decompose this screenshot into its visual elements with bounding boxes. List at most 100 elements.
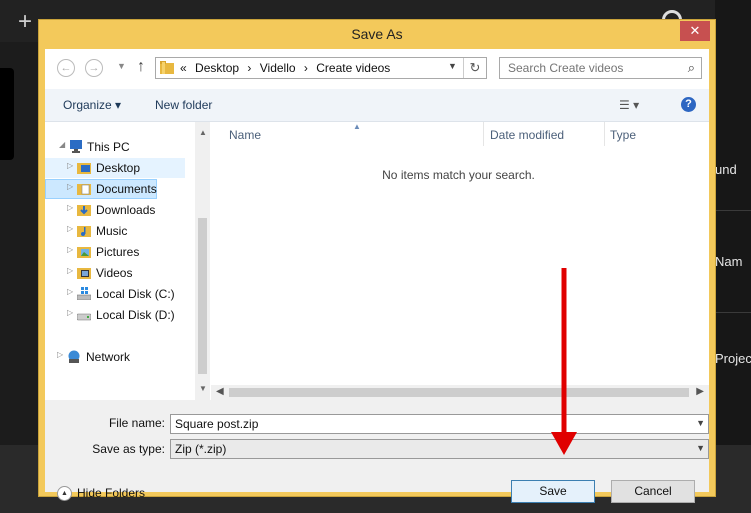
file-list: ▲ Name Date modified Type No items match… — [211, 122, 709, 385]
chevron-right-icon[interactable]: ▷ — [67, 308, 73, 317]
tree-item-local-disk-c[interactable]: ▷ Local Disk (C:) — [45, 284, 185, 304]
hide-folders-button[interactable]: ▲ Hide Folders — [57, 486, 146, 502]
up-folder-button[interactable]: ↑ — [137, 58, 145, 76]
navigation-pane: ◢ This PC ▷ Desktop ▷ Documents ▷ Downlo… — [45, 122, 195, 400]
command-toolbar: Organize ▾ New folder ☰ ▾ ? — [45, 89, 709, 122]
chevron-right-icon[interactable]: ▷ — [57, 350, 63, 359]
close-button[interactable]: ✕ — [680, 21, 710, 41]
search-input[interactable] — [500, 58, 678, 78]
scroll-left-icon[interactable]: ◀ — [216, 386, 224, 397]
tree-item-downloads[interactable]: ▷ Downloads — [45, 200, 185, 220]
sort-ascending-icon: ▲ — [353, 122, 361, 131]
column-header-name[interactable]: Name — [229, 128, 261, 142]
drive-icon — [77, 313, 91, 321]
save-as-type-value: Zip (*.zip) — [175, 442, 227, 456]
chevron-down-icon[interactable]: ▼ — [696, 418, 705, 428]
tree-item-label: Documents — [96, 182, 157, 196]
computer-icon — [70, 140, 82, 153]
chevron-right-icon[interactable]: ▷ — [67, 266, 73, 275]
tree-item-documents[interactable]: ▷ Documents — [45, 179, 157, 199]
tree-item-label: Local Disk (D:) — [96, 308, 175, 322]
tree-item-local-disk-d[interactable]: ▷ Local Disk (D:) — [45, 305, 185, 325]
dialog-title: Save As — [351, 26, 403, 42]
search-box[interactable]: ⌕ — [499, 57, 702, 79]
tree-item-music[interactable]: ▷ Music — [45, 221, 185, 241]
folder-icon — [160, 61, 174, 74]
breadcrumb-vidello[interactable]: Vidello — [260, 61, 296, 75]
file-name-field[interactable]: ▼ — [170, 414, 709, 434]
background-label: und — [715, 162, 737, 177]
file-name-input[interactable] — [171, 415, 685, 433]
expanded-arrow-icon[interactable]: ◢ — [59, 140, 65, 149]
tree-item-videos[interactable]: ▷ Videos — [45, 263, 185, 283]
background-panel — [0, 68, 14, 160]
chevron-right-icon[interactable]: ▷ — [67, 224, 73, 233]
tree-item-label: Pictures — [96, 245, 140, 259]
documents-folder-icon — [77, 184, 91, 195]
tree-item-desktop[interactable]: ▷ Desktop — [45, 158, 185, 178]
organize-menu-button[interactable]: Organize ▾ — [63, 98, 121, 112]
column-header-date-modified[interactable]: Date modified — [490, 128, 564, 142]
back-button[interactable]: ← — [57, 59, 75, 77]
chevron-right-icon[interactable]: ▷ — [67, 203, 73, 212]
tree-item-pictures[interactable]: ▷ Pictures — [45, 242, 185, 262]
file-list-horizontal-scrollbar[interactable]: ◀ ▶ — [211, 385, 709, 400]
chevron-right-icon[interactable]: ▷ — [67, 287, 73, 296]
pictures-folder-icon — [77, 247, 91, 258]
forward-button[interactable]: → — [85, 59, 103, 77]
chevron-down-icon[interactable]: ▼ — [448, 61, 457, 71]
chevron-right-icon[interactable]: ▷ — [67, 245, 73, 254]
view-options-icon[interactable]: ☰ ▾ — [619, 98, 639, 112]
tree-item-label: Local Disk (C:) — [96, 287, 175, 301]
tree-item-label: Videos — [96, 266, 133, 280]
windows-drive-icon — [77, 287, 91, 300]
music-folder-icon — [77, 226, 91, 237]
column-header-type[interactable]: Type — [610, 128, 636, 142]
tree-item-network[interactable]: ▷ Network — [45, 347, 195, 367]
refresh-button[interactable]: ↻ — [463, 58, 486, 78]
file-name-label: File name: — [108, 416, 165, 430]
chevron-up-icon: ▲ — [57, 486, 72, 502]
add-icon[interactable]: + — [18, 10, 32, 34]
chevron-down-icon[interactable]: ▼ — [696, 443, 705, 453]
breadcrumb-overflow[interactable]: « — [180, 61, 187, 75]
tree-item-label: Music — [96, 224, 128, 238]
breadcrumb-create-videos[interactable]: Create videos — [316, 61, 390, 75]
save-options-area: File name: ▼ Save as type: Zip (*.zip) ▼… — [45, 400, 709, 503]
column-separator[interactable] — [483, 122, 484, 146]
downloads-folder-icon — [77, 205, 91, 216]
chevron-right-icon[interactable]: ▷ — [67, 161, 73, 170]
column-separator[interactable] — [604, 122, 605, 146]
scrollbar-thumb[interactable] — [229, 388, 689, 397]
address-bar[interactable]: « Desktop › Vidello › Create videos ▼ ↻ — [155, 57, 487, 79]
scroll-down-icon[interactable]: ▼ — [199, 384, 207, 393]
tree-item-this-pc[interactable]: ◢ This PC — [45, 137, 195, 157]
save-as-type-label: Save as type: — [92, 442, 165, 456]
breadcrumb: « Desktop › Vidello › Create videos — [180, 61, 395, 75]
address-row: ← → ▼ ↑ « Desktop › Vidello › Create vid… — [45, 49, 709, 89]
recent-locations-dropdown[interactable]: ▼ — [117, 61, 126, 71]
tree-item-label: Downloads — [96, 203, 156, 217]
dialog-client-area: ← → ▼ ↑ « Desktop › Vidello › Create vid… — [45, 49, 709, 503]
tree-item-label: Network — [86, 350, 131, 364]
breadcrumb-separator[interactable]: › — [247, 61, 251, 75]
navigation-pane-scrollbar[interactable]: ▲ ▼ — [195, 122, 210, 400]
cancel-button[interactable]: Cancel — [611, 480, 695, 503]
breadcrumb-separator[interactable]: › — [304, 61, 308, 75]
save-as-type-select[interactable]: Zip (*.zip) ▼ — [170, 439, 709, 459]
scrollbar-thumb[interactable] — [198, 218, 207, 374]
background-label: Projec — [715, 351, 751, 366]
chevron-right-icon[interactable]: ▷ — [67, 182, 73, 191]
scroll-right-icon[interactable]: ▶ — [696, 386, 704, 397]
videos-folder-icon — [77, 268, 91, 279]
save-as-dialog: Save As ✕ ← → ▼ ↑ « Desktop › Vidello › — [38, 19, 716, 503]
hide-folders-label: Hide Folders — [77, 486, 146, 500]
background-label: Nam — [715, 254, 743, 269]
new-folder-button[interactable]: New folder — [155, 98, 212, 112]
scroll-up-icon[interactable]: ▲ — [199, 128, 207, 137]
help-icon[interactable]: ? — [681, 97, 696, 112]
save-button[interactable]: Save — [511, 480, 595, 503]
divider — [715, 312, 751, 313]
search-icon[interactable]: ⌕ — [688, 60, 695, 76]
breadcrumb-desktop[interactable]: Desktop — [195, 61, 239, 75]
